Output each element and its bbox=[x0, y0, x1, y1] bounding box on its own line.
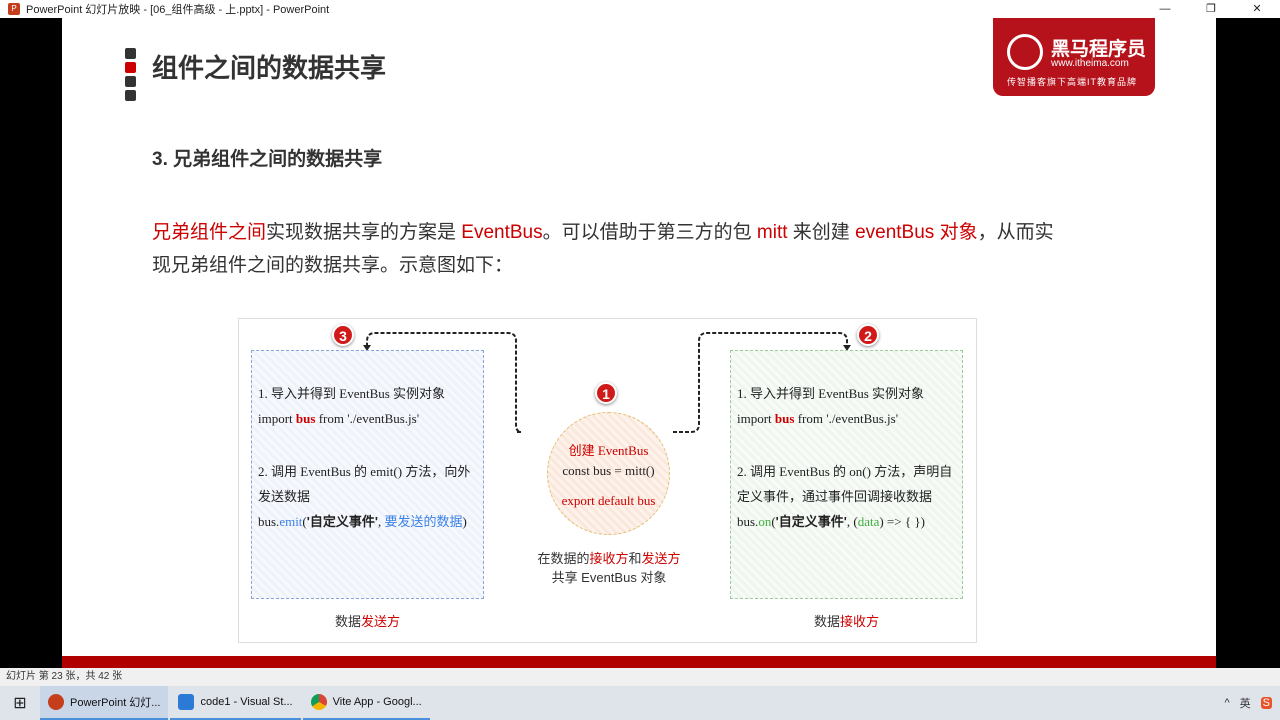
step-badge-2: 2 bbox=[857, 324, 879, 346]
text: 2. 调用 EventBus 的 on() 方法，声明自定义事件，通过事件回调接… bbox=[737, 464, 953, 504]
powerpoint-icon bbox=[48, 694, 64, 710]
text: eventBus 对象 bbox=[855, 222, 978, 243]
text: bus. bbox=[737, 514, 759, 529]
eventbus-circle: 创建 EventBus const bus = mitt() export de… bbox=[547, 412, 670, 535]
system-tray: ^ 英 S bbox=[1224, 686, 1272, 720]
subtitle: 3. 兄弟组件之间的数据共享 bbox=[152, 149, 383, 170]
title-bar: P PowerPoint 幻灯片放映 - [06_组件高级 - 上.pptx] … bbox=[0, 0, 1280, 18]
powerpoint-icon: P bbox=[8, 3, 20, 15]
eventbus-diagram: 3 2 1 1. 导入并得到 EventBus 实例对象 import bus … bbox=[238, 318, 977, 643]
text: '自定义事件' bbox=[306, 514, 378, 529]
slide-counter: 幻灯片 第 23 张，共 42 张 bbox=[6, 671, 123, 682]
minimize-button[interactable]: — bbox=[1142, 0, 1188, 18]
sender-caption: 数据发送方 bbox=[251, 611, 484, 630]
text: EventBus bbox=[461, 222, 543, 243]
text: 2. 调用 EventBus 的 emit() 方法，向外发送数据 bbox=[258, 464, 471, 504]
chrome-icon bbox=[310, 694, 327, 710]
slide: 组件之间的数据共享 黑马程序员 www.itheima.com 传智播客旗下高端… bbox=[62, 18, 1216, 668]
text: import bbox=[737, 411, 775, 426]
sogou-icon[interactable]: S bbox=[1260, 697, 1272, 709]
text: 实现数据共享的方案是 bbox=[266, 222, 462, 243]
text: 在数据的 bbox=[537, 551, 590, 566]
text: code1 - Visual St... bbox=[200, 696, 293, 708]
text: 兄弟组件之间 bbox=[152, 222, 267, 243]
text: const bus = mitt() bbox=[562, 463, 655, 478]
text: 来创建 bbox=[787, 222, 856, 243]
text: from './eventBus.js' bbox=[794, 411, 899, 426]
text: '自定义事件' bbox=[775, 514, 847, 529]
slide-title: 组件之间的数据共享 bbox=[152, 53, 387, 83]
slide-footer-bar bbox=[62, 656, 1216, 668]
text: Vite App - Googl... bbox=[332, 696, 422, 708]
receiver-caption: 数据接收方 bbox=[730, 611, 963, 630]
text: 1. 导入并得到 EventBus 实例对象 bbox=[737, 386, 925, 401]
text: from './eventBus.js' bbox=[315, 411, 420, 426]
taskbar-item-chrome[interactable]: Vite App - Googl... bbox=[302, 686, 430, 720]
text: bus bbox=[295, 411, 316, 426]
logo-name: 黑马程序员 bbox=[1051, 39, 1147, 60]
window-title: PowerPoint 幻灯片放映 - [06_组件高级 - 上.pptx] - … bbox=[26, 4, 330, 16]
text: data bbox=[857, 514, 880, 529]
import-line: import bus from './eventBus.js' bbox=[737, 406, 956, 431]
text: 共享 EventBus 对象 bbox=[551, 570, 667, 585]
text: on bbox=[758, 514, 772, 529]
receiver-box: 1. 导入并得到 EventBus 实例对象 import bus from '… bbox=[730, 350, 963, 599]
logo-url: www.itheima.com bbox=[1051, 58, 1129, 69]
restore-button[interactable]: ❐ bbox=[1188, 0, 1234, 18]
center-caption: 在数据的接收方和发送方 共享 EventBus 对象 bbox=[499, 549, 719, 587]
text: bus. bbox=[258, 514, 280, 529]
logo: 黑马程序员 www.itheima.com 传智播客旗下高端IT教育品牌 bbox=[993, 18, 1155, 96]
status-bar: 幻灯片 第 23 张，共 42 张 bbox=[0, 668, 1280, 686]
text: 数据 bbox=[813, 614, 840, 629]
text: ) => { }) bbox=[879, 514, 925, 529]
text: 接收方 bbox=[840, 614, 880, 629]
text: emit bbox=[279, 514, 303, 529]
text: bus bbox=[774, 411, 795, 426]
description: 兄弟组件之间实现数据共享的方案是 EventBus。可以借助于第三方的包 mit… bbox=[152, 216, 1072, 282]
text: 接收方 bbox=[589, 551, 629, 566]
text: 和 bbox=[628, 551, 642, 566]
step-badge-3: 3 bbox=[332, 324, 354, 346]
close-button[interactable]: ✕ bbox=[1234, 0, 1280, 18]
text: export default bus bbox=[561, 493, 656, 508]
text: 创建 EventBus bbox=[568, 443, 649, 458]
text: 发送方 bbox=[361, 614, 401, 629]
windows-start-icon[interactable]: ⊞ bbox=[0, 693, 40, 713]
step-badge-1: 1 bbox=[595, 382, 617, 404]
title-bullets-icon bbox=[125, 48, 136, 104]
taskbar-item-powerpoint[interactable]: PowerPoint 幻灯... bbox=[40, 686, 169, 720]
import-line: import bus from './eventBus.js' bbox=[258, 406, 477, 431]
input-method-icon[interactable]: 英 bbox=[1240, 695, 1251, 711]
text: mitt bbox=[756, 222, 788, 243]
code-line: bus.on('自定义事件', (data) => { }) bbox=[737, 509, 956, 534]
text: ) bbox=[462, 514, 467, 529]
sender-box: 1. 导入并得到 EventBus 实例对象 import bus from '… bbox=[251, 350, 484, 599]
tray-chevron-icon[interactable]: ^ bbox=[1224, 697, 1229, 709]
text: 。可以借助于第三方的包 bbox=[542, 222, 757, 243]
horse-logo-icon bbox=[1007, 34, 1043, 70]
text: 1. 导入并得到 EventBus 实例对象 bbox=[258, 386, 446, 401]
taskbar-item-vscode[interactable]: code1 - Visual St... bbox=[170, 686, 301, 720]
text: 要发送的数据 bbox=[384, 514, 463, 529]
code-line: bus.emit('自定义事件', 要发送的数据) bbox=[258, 509, 477, 534]
text: 数据 bbox=[334, 614, 361, 629]
text: 发送方 bbox=[641, 551, 681, 566]
taskbar: ⊞ PowerPoint 幻灯... code1 - Visual St... … bbox=[0, 686, 1280, 720]
text: , ( bbox=[846, 514, 858, 529]
text: PowerPoint 幻灯... bbox=[70, 697, 161, 709]
vscode-icon bbox=[178, 694, 195, 710]
logo-slogan: 传智播客旗下高端IT教育品牌 bbox=[1007, 77, 1137, 87]
text: import bbox=[258, 411, 296, 426]
